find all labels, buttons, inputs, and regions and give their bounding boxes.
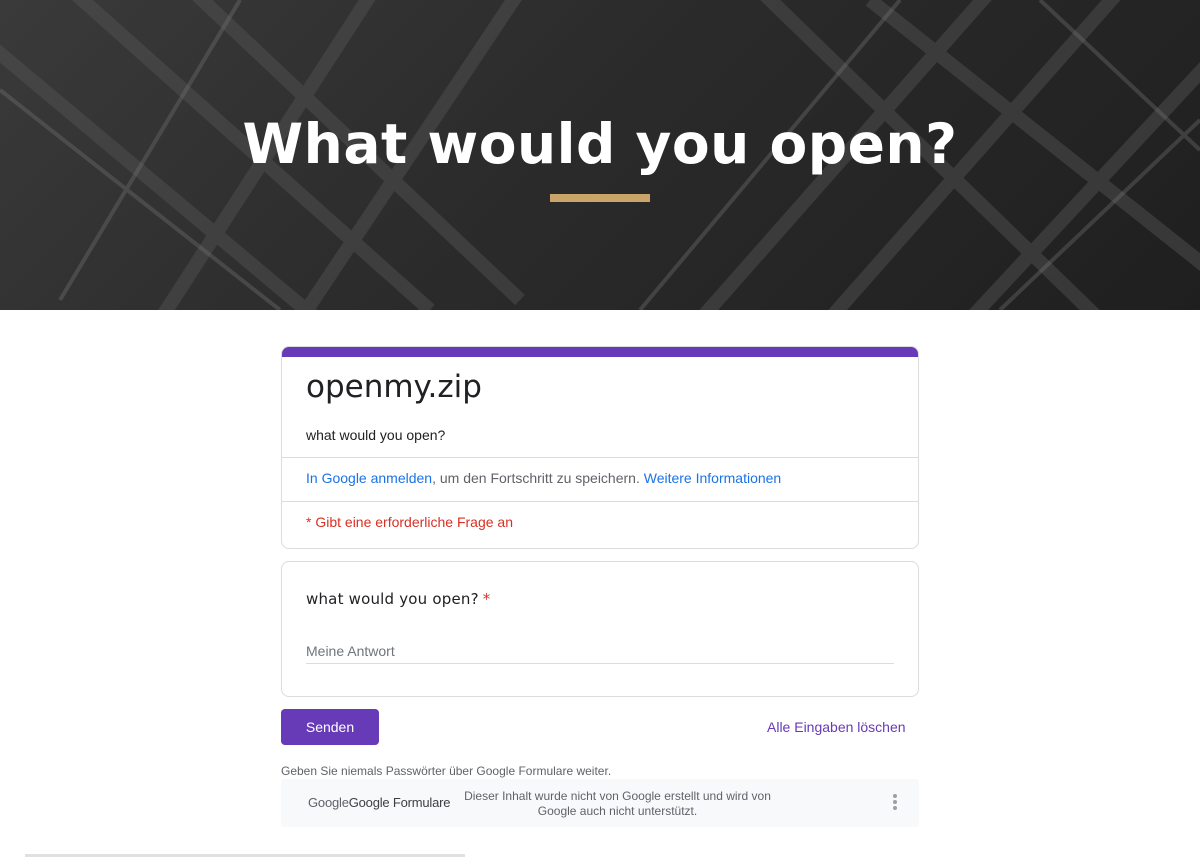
header-banner: What would you open? bbox=[0, 0, 1200, 310]
theme-accent-bar bbox=[282, 347, 918, 357]
submit-button[interactable]: Senden bbox=[281, 709, 379, 745]
divider bbox=[282, 457, 918, 458]
question-text: what would you open? bbox=[306, 590, 479, 608]
footer: GoogleGoogle Formulare Dieser Inhalt wur… bbox=[281, 779, 919, 827]
footer-disclaimer: Dieser Inhalt wurde nicht von Google ers… bbox=[464, 789, 771, 818]
form-title: openmy.zip bbox=[306, 369, 482, 405]
form-description: what would you open? bbox=[306, 427, 446, 443]
form-header-card: openmy.zip what would you open? In Googl… bbox=[281, 346, 919, 549]
more-info-link[interactable]: Weitere Informationen bbox=[644, 470, 781, 486]
password-warning: Geben Sie niemals Passwörter über Google… bbox=[281, 764, 612, 778]
signin-text: , um den Fortschritt zu speichern. bbox=[432, 470, 644, 486]
question-card: what would you open? * bbox=[281, 561, 919, 697]
google-logo-text: Google bbox=[308, 795, 349, 810]
signin-notice: In Google anmelden, um den Fortschritt z… bbox=[306, 470, 781, 486]
clear-form-button[interactable]: Alle Eingaben löschen bbox=[767, 719, 906, 735]
more-vert-icon[interactable] bbox=[887, 792, 903, 814]
answer-input[interactable] bbox=[306, 638, 894, 664]
banner-title: What would you open? bbox=[242, 112, 958, 176]
required-asterisk: * bbox=[482, 590, 491, 608]
google-forms-logo[interactable]: GoogleGoogle Formulare bbox=[308, 795, 451, 810]
forms-product-name: Google Formulare bbox=[348, 795, 451, 810]
banner-accent-bar bbox=[550, 194, 650, 202]
question-label: what would you open? * bbox=[306, 590, 490, 608]
divider bbox=[282, 501, 918, 502]
required-note: * Gibt eine erforderliche Frage an bbox=[306, 514, 513, 530]
signin-link[interactable]: In Google anmelden bbox=[306, 470, 432, 486]
